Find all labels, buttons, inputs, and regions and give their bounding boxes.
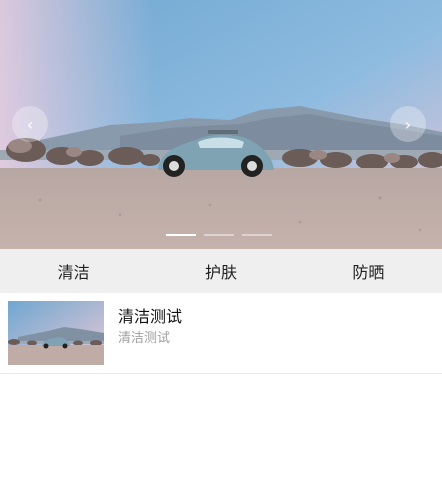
- chevron-right-icon: ›: [404, 114, 412, 134]
- tab-sunscreen[interactable]: 防晒: [295, 259, 442, 283]
- carousel-banner[interactable]: ‹ ›: [0, 0, 442, 249]
- carousel-next-button[interactable]: ›: [390, 106, 426, 142]
- list-item[interactable]: 清洁测试 清洁测试: [0, 293, 442, 374]
- category-tabs: 清洁 护肤 防晒: [0, 249, 442, 293]
- carousel-dot-1[interactable]: [166, 234, 196, 236]
- tab-cleansing[interactable]: 清洁: [0, 259, 147, 283]
- list-item-title: 清洁测试: [118, 307, 183, 326]
- carousel-prev-button[interactable]: ‹: [12, 106, 48, 142]
- carousel-dot-2[interactable]: [204, 234, 234, 236]
- carousel-dot-3[interactable]: [242, 234, 272, 236]
- carousel-indicators: [166, 234, 272, 236]
- list-item-thumbnail: [8, 301, 104, 365]
- list-item-subtitle: 清洁测试: [118, 331, 171, 346]
- banner-image: [0, 0, 442, 249]
- chevron-left-icon: ‹: [26, 114, 34, 134]
- tab-skincare[interactable]: 护肤: [147, 259, 294, 283]
